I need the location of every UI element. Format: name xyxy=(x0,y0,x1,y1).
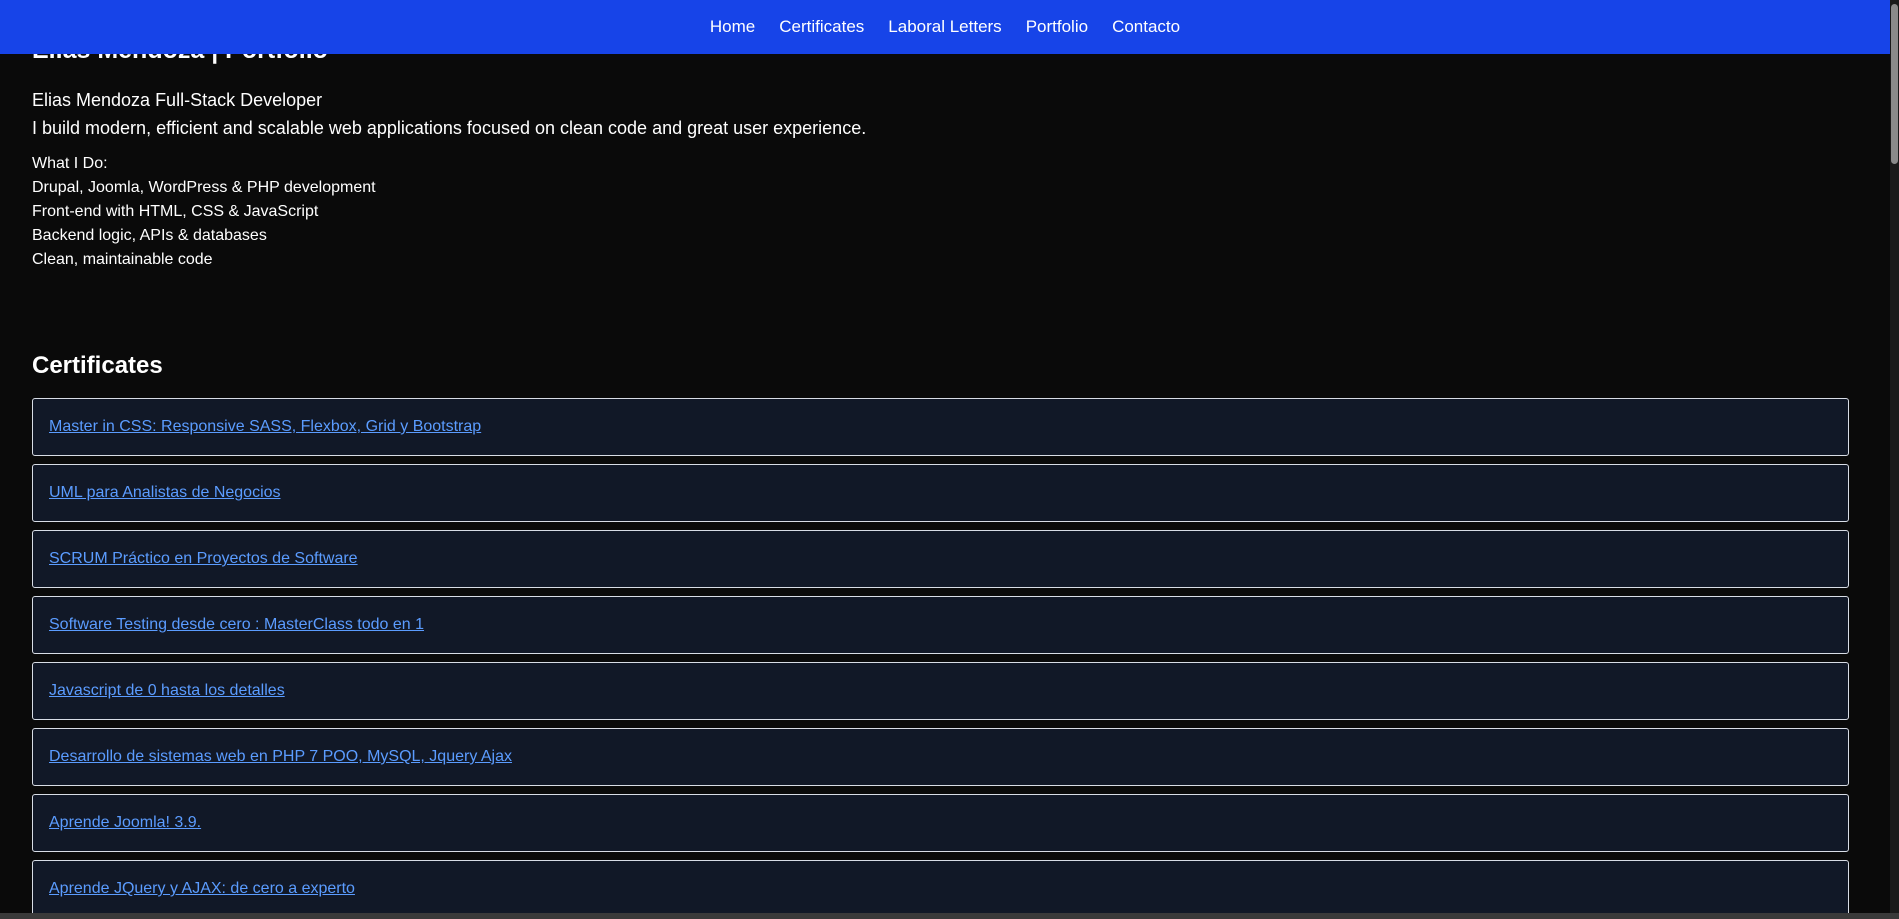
skill-item: Backend logic, APIs & databases xyxy=(32,227,267,244)
hero-tagline: I build modern, efficient and scalable w… xyxy=(32,118,867,138)
vertical-scrollbar[interactable] xyxy=(1890,0,1899,913)
certificate-card: Master in CSS: Responsive SASS, Flexbox,… xyxy=(32,398,1849,456)
skill-item: Drupal, Joomla, WordPress & PHP developm… xyxy=(32,179,376,196)
certificate-link[interactable]: Javascript de 0 hasta los detalles xyxy=(49,682,285,700)
nav-link-laboral-letters[interactable]: Laboral Letters xyxy=(888,17,1001,37)
certificate-link[interactable]: Aprende JQuery y AJAX: de cero a experto xyxy=(49,880,355,898)
certificate-card: Aprende JQuery y AJAX: de cero a experto xyxy=(32,860,1849,918)
certificate-card: Javascript de 0 hasta los detalles xyxy=(32,662,1849,720)
certificate-link[interactable]: UML para Analistas de Negocios xyxy=(49,484,281,502)
skill-item: Front-end with HTML, CSS & JavaScript xyxy=(32,203,319,220)
skills-list: What I Do: Drupal, Joomla, WordPress & P… xyxy=(32,152,376,272)
top-navbar: Home Certificates Laboral Letters Portfo… xyxy=(0,0,1890,54)
certificate-link[interactable]: Desarrollo de sistemas web en PHP 7 POO,… xyxy=(49,748,512,766)
certificates-section-title: Certificates xyxy=(32,352,163,379)
scrollbar-thumb[interactable] xyxy=(1891,4,1898,164)
certificate-link[interactable]: Software Testing desde cero : MasterClas… xyxy=(49,616,424,634)
nav-link-contacto[interactable]: Contacto xyxy=(1112,17,1180,37)
certificate-link[interactable]: SCRUM Práctico en Proyectos de Software xyxy=(49,550,358,568)
certificate-card: SCRUM Práctico en Proyectos de Software xyxy=(32,530,1849,588)
skills-heading: What I Do: xyxy=(32,155,108,172)
nav-link-portfolio[interactable]: Portfolio xyxy=(1026,17,1088,37)
certificate-card: Aprende Joomla! 3.9. xyxy=(32,794,1849,852)
page-viewport: Elias Mendoza | Portfolio Elias Mendoza … xyxy=(0,0,1899,919)
bottom-edge xyxy=(0,913,1899,919)
nav-link-home[interactable]: Home xyxy=(710,17,755,37)
certificates-list: Master in CSS: Responsive SASS, Flexbox,… xyxy=(32,398,1849,919)
certificate-link[interactable]: Aprende Joomla! 3.9. xyxy=(49,814,201,832)
nav-link-certificates[interactable]: Certificates xyxy=(779,17,864,37)
skill-item: Clean, maintainable code xyxy=(32,251,213,268)
certificate-card: Software Testing desde cero : MasterClas… xyxy=(32,596,1849,654)
certificate-card: UML para Analistas de Negocios xyxy=(32,464,1849,522)
certificate-card: Desarrollo de sistemas web en PHP 7 POO,… xyxy=(32,728,1849,786)
hero-subtitle: Elias Mendoza Full-Stack Developer xyxy=(32,90,323,110)
certificate-link[interactable]: Master in CSS: Responsive SASS, Flexbox,… xyxy=(49,418,481,436)
